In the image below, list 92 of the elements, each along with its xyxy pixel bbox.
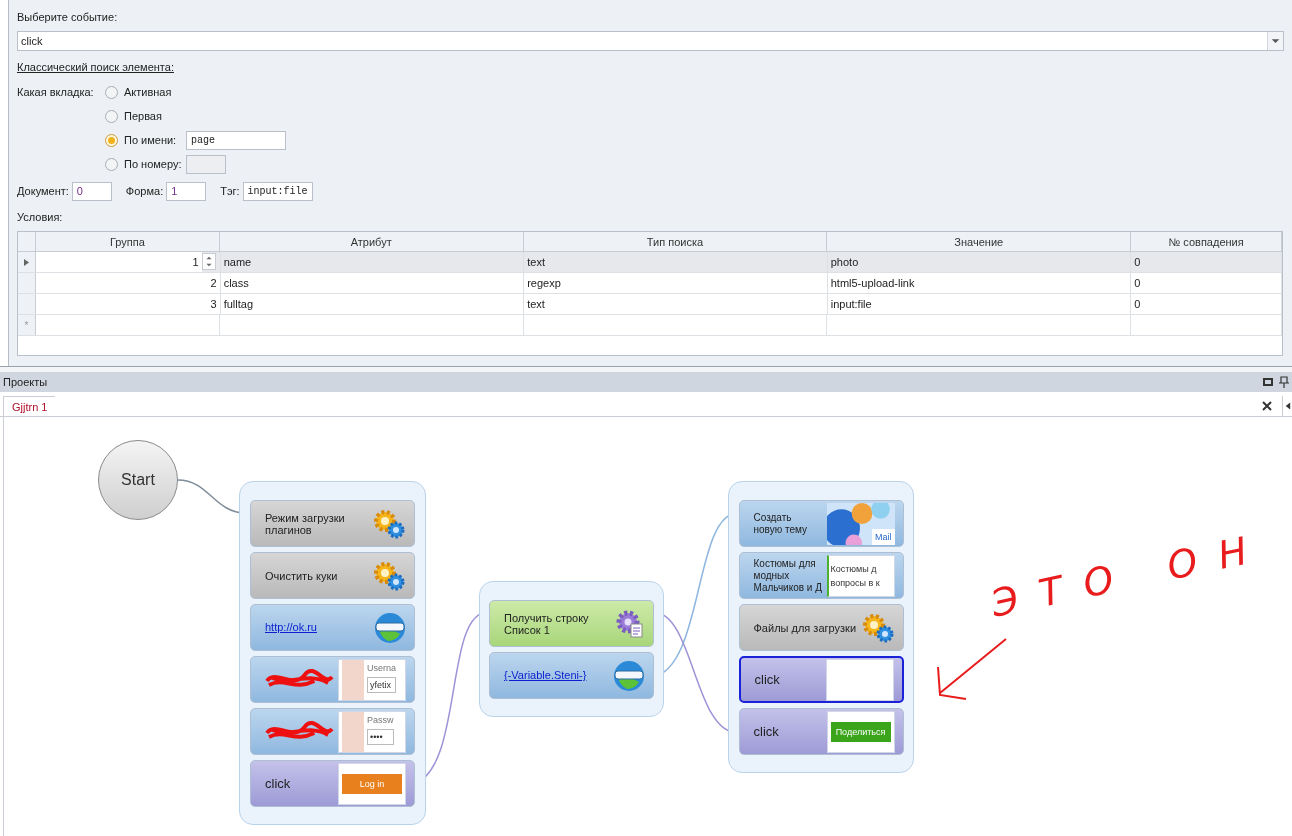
action-node[interactable]: {-Variable.Steni-} [489,652,654,699]
node-label: click [753,725,779,738]
scroll-left-icon[interactable] [1282,396,1292,416]
node-label: Получить строку Список 1 [504,611,590,636]
radio-button[interactable] [105,158,118,171]
field-label: Какая вкладка: [17,85,95,100]
radio-button[interactable] [105,86,118,99]
radio-label[interactable]: По номеру: [124,156,186,173]
start-node[interactable]: Start [98,440,178,520]
table-cell: text [524,252,828,272]
action-node[interactable]: click [738,656,904,703]
gear-document-icon [615,608,645,639]
thumbnail-button: Поделиться [830,721,891,742]
table-row[interactable]: 3 fulltag text input:file 0 [18,294,1282,315]
thumbnail-text: Костюмы д [830,562,878,576]
table-cell: 0 [1131,252,1282,272]
thumbnail-field: •••• [367,728,394,745]
thumbnail-field: yfetix [367,676,396,693]
node-label: Создать новую тему [753,511,808,536]
panel-title: Проекты [3,374,49,390]
field-label: Тэг: [220,184,240,200]
radio-label[interactable]: Первая [124,108,186,125]
column-header[interactable]: Атрибут [219,232,524,251]
name-field[interactable]: page [186,131,286,150]
action-node[interactable]: click Log in [250,760,415,807]
table-cell: input:file [827,294,1132,314]
event-dropdown[interactable]: click [17,31,1284,51]
thumbnail-label: Passw [367,713,394,726]
table-cell: fulltag [220,294,525,314]
dropdown-caret-icon[interactable] [1267,32,1283,50]
radio-button[interactable] [105,134,118,147]
action-node[interactable]: Получить строку Список 1 [489,600,654,647]
globe-icon [613,659,645,692]
handwritten-note: ЭТО ОН [986,523,1274,628]
thumbnail-button: Log in [342,773,402,794]
table-cell: text [524,294,828,314]
node-label: Костюмы для модных Мальчиков и Д [753,557,823,594]
field-label: Выберите событие: [17,10,119,24]
current-row-icon [24,258,29,266]
table-row[interactable]: 1 name text photo 0 [18,252,1282,273]
thumbnail-label: Userna [367,661,396,674]
node-label: Файлы для загрузки [753,621,857,634]
action-node[interactable]: Passw •••• [250,708,415,755]
table-row[interactable]: 2 class regexp html5-upload-link 0 [18,273,1282,294]
column-header[interactable]: Тип поиска [523,232,828,251]
node-label: Очистить куки [265,569,338,582]
node-label: click [754,673,780,686]
radio-label[interactable]: По имени: [124,132,186,149]
table-cell: regexp [524,273,828,293]
gears-icon [860,611,895,644]
radio-label[interactable]: Активная [124,84,186,101]
node-link[interactable]: {-Variable.Steni-} [504,667,587,684]
field-label: Форма: [125,184,164,200]
table-cell: class [220,273,525,293]
column-header[interactable]: Значение [827,232,1132,251]
text-field[interactable]: 0 [71,182,112,201]
column-header[interactable]: Группа [36,232,220,251]
text-field[interactable]: 1 [166,182,207,201]
table-cell: photo [827,252,1132,272]
node-label: click [265,777,291,790]
new-row-marker: * [18,315,36,335]
action-node[interactable]: Создать новую тему Mail [738,500,904,547]
section-heading: Классический поиск элемента: [17,60,175,74]
pin-icon[interactable] [1278,376,1290,388]
table-cell: html5-upload-link [827,273,1132,293]
page-thumbnail [825,658,894,701]
action-node[interactable]: Userna yfetix [250,656,415,703]
action-node[interactable]: click Поделиться [738,708,904,755]
action-node[interactable]: Файлы для загрузки [738,604,904,651]
column-header[interactable]: № совпадения [1131,232,1282,251]
thumbnail-text: вопросы в к [830,576,881,590]
node-label: Режим загрузки плагинов [265,511,346,536]
globe-icon [374,611,406,644]
number-field[interactable] [186,155,226,174]
field-label: Документ: [17,184,69,200]
table-cell: name [220,252,525,272]
field-label: Условия: [17,210,64,224]
action-node[interactable]: http://ok.ru [250,604,415,651]
maximize-icon[interactable] [1262,376,1274,388]
close-icon[interactable] [1261,400,1273,412]
table-cell: 0 [1131,294,1282,314]
action-node[interactable]: Режим загрузки плагинов [250,500,415,547]
document-tab[interactable]: Gjjtrn 1 [3,396,56,416]
gears-icon [372,559,406,592]
table-cell: 1 [35,252,202,272]
node-link[interactable]: http://ok.ru [265,619,317,636]
table-cell: 0 [1131,273,1282,293]
gears-icon [372,507,406,540]
row-header[interactable] [18,252,36,272]
radio-button[interactable] [105,110,118,123]
text-field[interactable]: input:file [242,182,313,201]
action-node[interactable]: Очистить куки [250,552,415,599]
